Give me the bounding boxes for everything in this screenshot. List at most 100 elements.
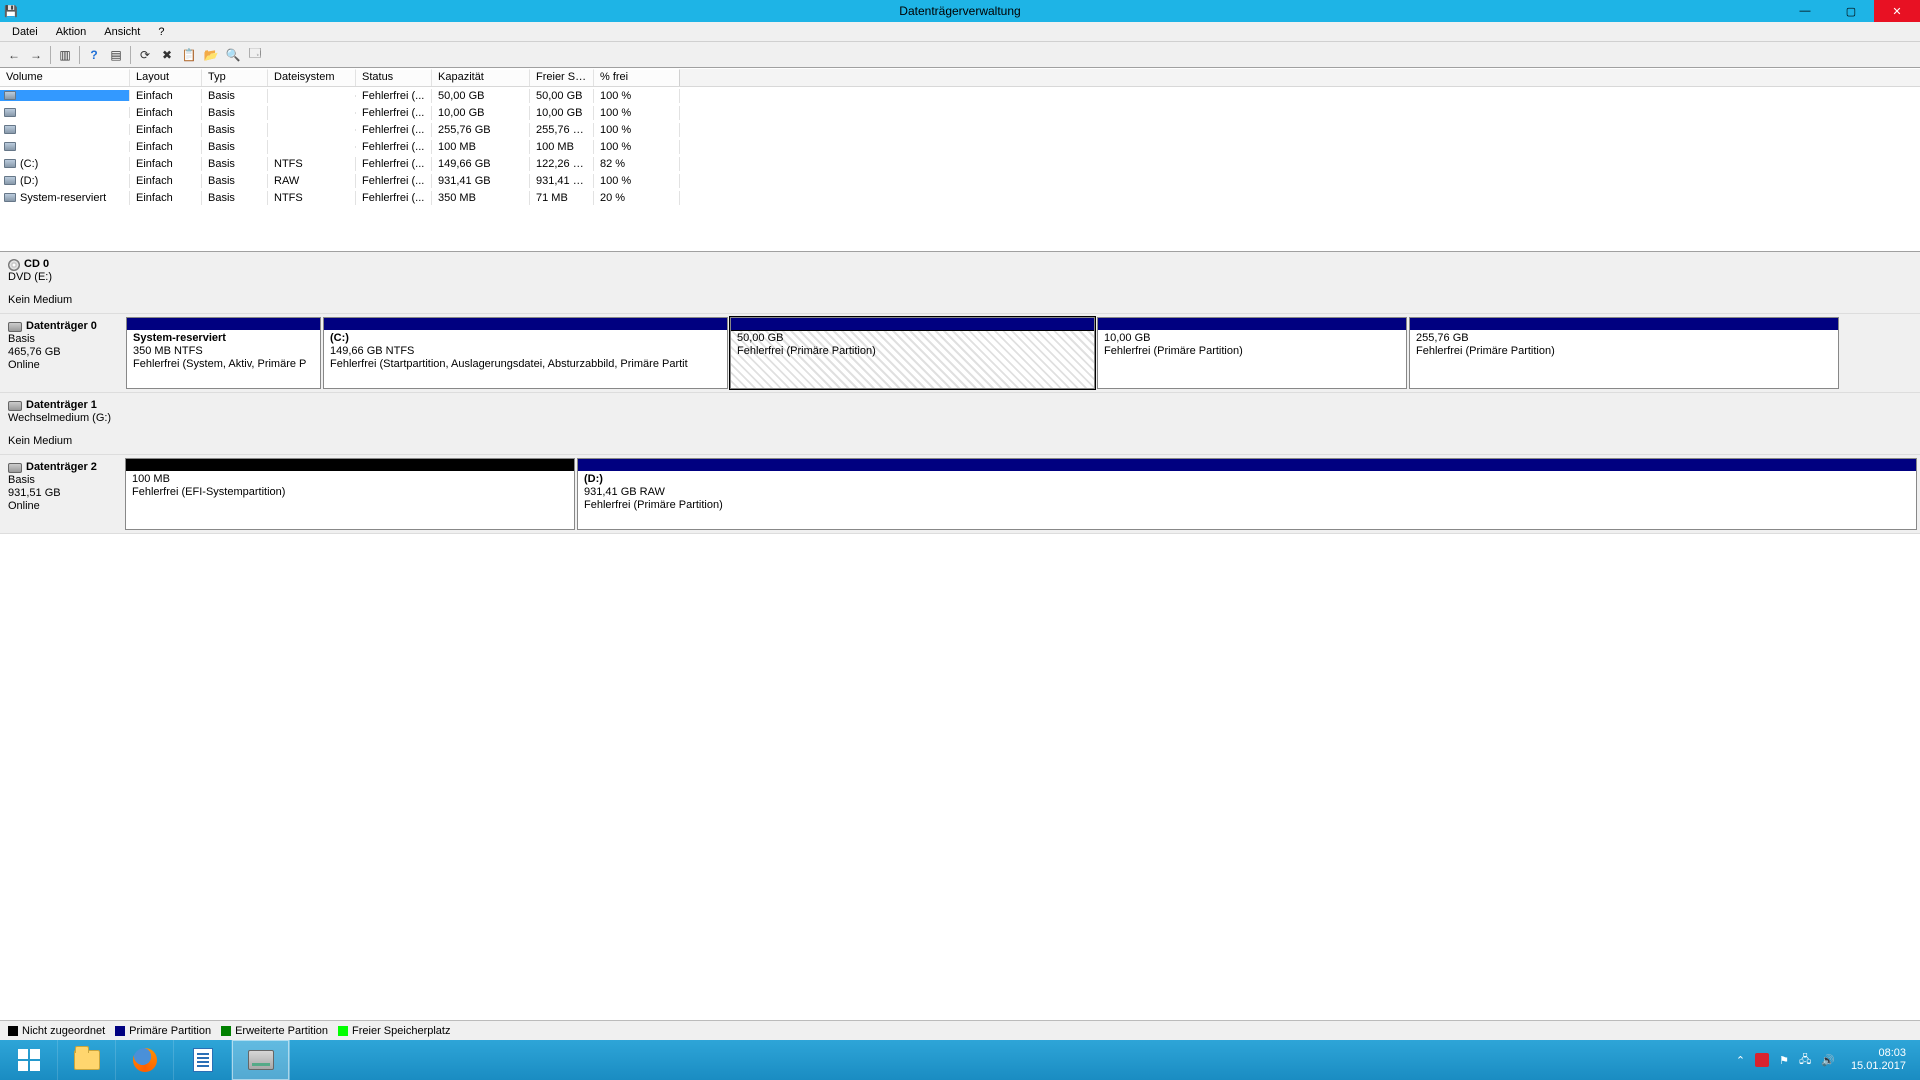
cell-layout: Einfach	[130, 89, 202, 103]
properties-button[interactable]: ▤	[106, 45, 126, 65]
empty-media	[125, 254, 1918, 311]
legend-extended: Erweiterte Partition	[221, 1025, 328, 1037]
toolbar: ← → ▥ ? ▤ ⟳ ✖ 📋 📂 🔍 🗔	[0, 42, 1920, 68]
hdd-icon	[8, 401, 22, 411]
titlebar: 💾 Datenträgerverwaltung — ▢ ✕	[0, 0, 1920, 22]
partition[interactable]: System-reserviert350 MB NTFSFehlerfrei (…	[126, 317, 321, 389]
cell-cap: 10,00 GB	[432, 106, 530, 120]
partition-stripe	[578, 459, 1916, 471]
action2-button[interactable]: 📂	[201, 45, 221, 65]
col-fs[interactable]: Dateisystem	[268, 69, 356, 86]
minimize-button[interactable]: —	[1782, 0, 1828, 22]
volume-row[interactable]: (C:)EinfachBasisNTFSFehlerfrei (...149,6…	[0, 155, 1920, 172]
volume-row[interactable]: (D:)EinfachBasisRAWFehlerfrei (...931,41…	[0, 172, 1920, 189]
cell-layout: Einfach	[130, 157, 202, 171]
volume-icon	[4, 193, 16, 202]
partition-stripe	[324, 318, 727, 330]
menu-ansicht[interactable]: Ansicht	[96, 24, 148, 40]
partition-status: Fehlerfrei (Primäre Partition)	[1104, 345, 1400, 358]
legend-label: Primäre Partition	[129, 1025, 211, 1037]
cell-pct: 100 %	[594, 89, 680, 103]
menu-datei[interactable]: Datei	[4, 24, 46, 40]
hdd-icon	[8, 322, 22, 332]
disk-state: Online	[8, 500, 116, 513]
volume-row[interactable]: EinfachBasisFehlerfrei (...255,76 GB255,…	[0, 121, 1920, 138]
refresh-button[interactable]: ⟳	[135, 45, 155, 65]
volume-row[interactable]: EinfachBasisFehlerfrei (...10,00 GB10,00…	[0, 104, 1920, 121]
help-icon[interactable]: ?	[84, 45, 104, 65]
disk-sub: DVD (E:)	[8, 271, 117, 284]
tray-volume-icon[interactable]: 🔊	[1821, 1054, 1835, 1067]
volume-row[interactable]: EinfachBasisFehlerfrei (...50,00 GB50,00…	[0, 87, 1920, 104]
partition[interactable]: 10,00 GBFehlerfrei (Primäre Partition)	[1097, 317, 1407, 389]
start-button[interactable]	[0, 1040, 58, 1080]
disk-row-2[interactable]: Datenträger 2 Basis 931,51 GB Online 100…	[0, 455, 1920, 534]
col-status[interactable]: Status	[356, 69, 432, 86]
partition-status: Fehlerfrei (System, Aktiv, Primäre P	[133, 358, 314, 371]
partition[interactable]: 255,76 GBFehlerfrei (Primäre Partition)	[1409, 317, 1839, 389]
cell-free: 255,76 GB	[530, 123, 594, 137]
action3-button[interactable]: 🔍	[223, 45, 243, 65]
partition-status: Fehlerfrei (Primäre Partition)	[1416, 345, 1832, 358]
cell-typ: Basis	[202, 123, 268, 137]
col-layout[interactable]: Layout	[130, 69, 202, 86]
tray-av-icon[interactable]	[1755, 1053, 1769, 1067]
cell-status: Fehlerfrei (...	[356, 191, 432, 205]
disk-row-1[interactable]: Datenträger 1 Wechselmedium (G:) Kein Me…	[0, 393, 1920, 455]
disk-msg: Kein Medium	[8, 435, 117, 448]
col-typ[interactable]: Typ	[202, 69, 268, 86]
partition-size: 255,76 GB	[1416, 332, 1832, 345]
tray-chevron-icon[interactable]: ⌃	[1736, 1054, 1745, 1067]
volume-list-header: Volume Layout Typ Dateisystem Status Kap…	[0, 69, 1920, 87]
cell-status: Fehlerfrei (...	[356, 106, 432, 120]
tray-flag-icon[interactable]: ⚑	[1779, 1054, 1789, 1067]
cell-typ: Basis	[202, 89, 268, 103]
cell-status: Fehlerfrei (...	[356, 89, 432, 103]
legend-unallocated: Nicht zugeordnet	[8, 1025, 105, 1037]
disk-map: CD 0 DVD (E:) Kein Medium Datenträger 0 …	[0, 251, 1920, 534]
col-free[interactable]: Freier Sp...	[530, 69, 594, 86]
cell-pct: 100 %	[594, 106, 680, 120]
forward-button[interactable]: →	[26, 45, 46, 65]
cell-cap: 931,41 GB	[432, 174, 530, 188]
cell-pct: 82 %	[594, 157, 680, 171]
cell-status: Fehlerfrei (...	[356, 157, 432, 171]
col-pct[interactable]: % frei	[594, 69, 680, 86]
disk-row-0[interactable]: Datenträger 0 Basis 465,76 GB Online Sys…	[0, 314, 1920, 393]
back-button[interactable]: ←	[4, 45, 24, 65]
delete-button[interactable]: ✖	[157, 45, 177, 65]
volume-name: (C:)	[20, 158, 38, 170]
taskbar-document[interactable]	[174, 1040, 232, 1080]
taskbar-diskmgmt[interactable]	[232, 1040, 290, 1080]
action4-button[interactable]: 🗔	[245, 45, 265, 65]
clock[interactable]: 08:03 15.01.2017	[1845, 1047, 1912, 1073]
taskbar-explorer[interactable]	[58, 1040, 116, 1080]
cell-free: 100 MB	[530, 140, 594, 154]
partition[interactable]: (D:)931,41 GB RAWFehlerfrei (Primäre Par…	[577, 458, 1917, 530]
col-volume[interactable]: Volume	[0, 69, 130, 86]
menu-help[interactable]: ?	[150, 24, 172, 40]
partition[interactable]: 100 MBFehlerfrei (EFI-Systempartition)	[125, 458, 575, 530]
cell-layout: Einfach	[130, 191, 202, 205]
cell-pct: 20 %	[594, 191, 680, 205]
tray-network-icon[interactable]: 🖧	[1799, 1051, 1811, 1070]
show-hide-tree-button[interactable]: ▥	[55, 45, 75, 65]
disk-partitions: System-reserviert350 MB NTFSFehlerfrei (…	[125, 314, 1920, 392]
col-cap[interactable]: Kapazität	[432, 69, 530, 86]
legend-label: Nicht zugeordnet	[22, 1025, 105, 1037]
partition-stripe	[1410, 318, 1838, 330]
partition[interactable]: 50,00 GBFehlerfrei (Primäre Partition)	[730, 317, 1095, 389]
taskbar-firefox[interactable]	[116, 1040, 174, 1080]
partition[interactable]: (C:)149,66 GB NTFSFehlerfrei (Startparti…	[323, 317, 728, 389]
action1-button[interactable]: 📋	[179, 45, 199, 65]
system-tray[interactable]: ⌃ ⚑ 🖧 🔊 08:03 15.01.2017	[1728, 1047, 1920, 1073]
disk-row-cd0[interactable]: CD 0 DVD (E:) Kein Medium	[0, 252, 1920, 314]
volume-list[interactable]: EinfachBasisFehlerfrei (...50,00 GB50,00…	[0, 87, 1920, 251]
volume-row[interactable]: System-reserviertEinfachBasisNTFSFehlerf…	[0, 189, 1920, 206]
menu-aktion[interactable]: Aktion	[48, 24, 95, 40]
volume-icon	[4, 91, 16, 100]
volume-row[interactable]: EinfachBasisFehlerfrei (...100 MB100 MB1…	[0, 138, 1920, 155]
maximize-button[interactable]: ▢	[1828, 0, 1874, 22]
disk-info: Datenträger 0 Basis 465,76 GB Online	[0, 314, 125, 392]
close-button[interactable]: ✕	[1874, 0, 1920, 22]
